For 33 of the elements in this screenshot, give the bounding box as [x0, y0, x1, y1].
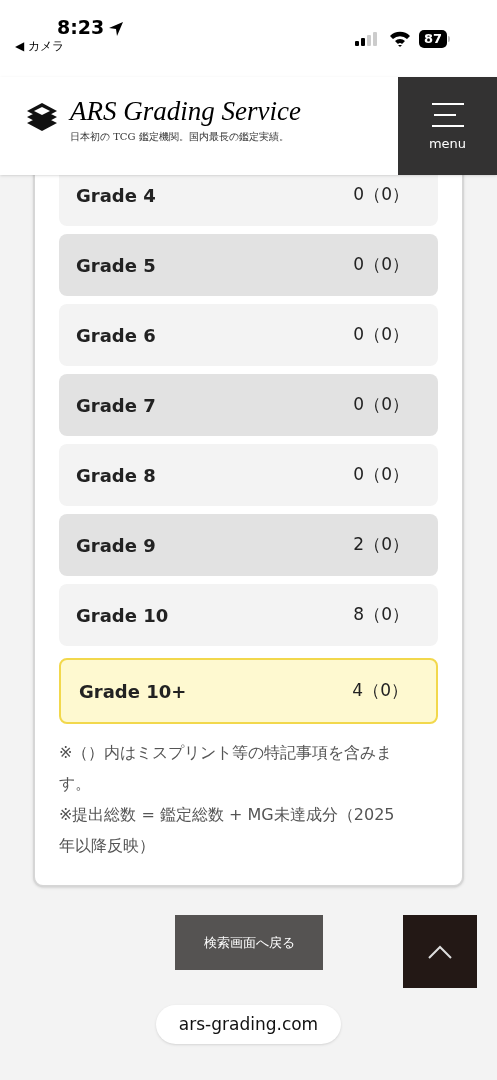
location-arrow-icon [108, 21, 124, 37]
back-to-app-link[interactable]: ◀ カメラ [15, 40, 65, 52]
footnote: ※提出総数 = 鑑定総数 + MG未達成分（2025年以降反映） [59, 804, 396, 857]
wifi-icon [389, 30, 411, 47]
clock-time: 8:23 [57, 18, 105, 37]
tagline: 日本初の TCG 鑑定機関。国内最長の鑑定実績。 [70, 132, 289, 142]
grade-label: Grade 8 [76, 463, 156, 488]
chevron-up-icon [428, 944, 452, 959]
url-bar[interactable]: ars-grading.com [155, 1005, 342, 1044]
grade-label: Grade 4 [76, 183, 156, 208]
grade-count: 0（0） [353, 463, 409, 487]
logo-icon [27, 103, 57, 131]
grade-label: Grade 9 [76, 533, 156, 558]
menu-button[interactable]: menu [398, 77, 497, 175]
grade-count: 0（0） [353, 253, 409, 277]
grade-count: 4（0） [352, 679, 408, 703]
grade-label: Grade 10+ [79, 679, 187, 704]
scroll-to-top-button[interactable] [403, 915, 477, 988]
grade-count: 0（0） [353, 393, 409, 417]
menu-icon [431, 102, 464, 127]
grade-label: Grade 10 [76, 603, 169, 628]
grade-label: Grade 6 [76, 323, 156, 348]
logo-title: ARS Grading Service [70, 98, 301, 125]
grade-label: Grade 7 [76, 393, 156, 418]
footnote: ※（）内はミスプリント等の特記事項を含みます。 [59, 742, 394, 795]
grade-count: 2（0） [353, 533, 409, 557]
grade-count: 0（0） [353, 323, 409, 347]
grade-count: 8（0） [353, 603, 409, 627]
battery-icon: 87 [419, 30, 451, 48]
back-to-search-button[interactable]: 検索画面へ戻る [175, 915, 323, 970]
signal-icon [355, 32, 379, 46]
grade-label: Grade 5 [76, 253, 156, 278]
grade-count: 0（0） [353, 183, 409, 207]
